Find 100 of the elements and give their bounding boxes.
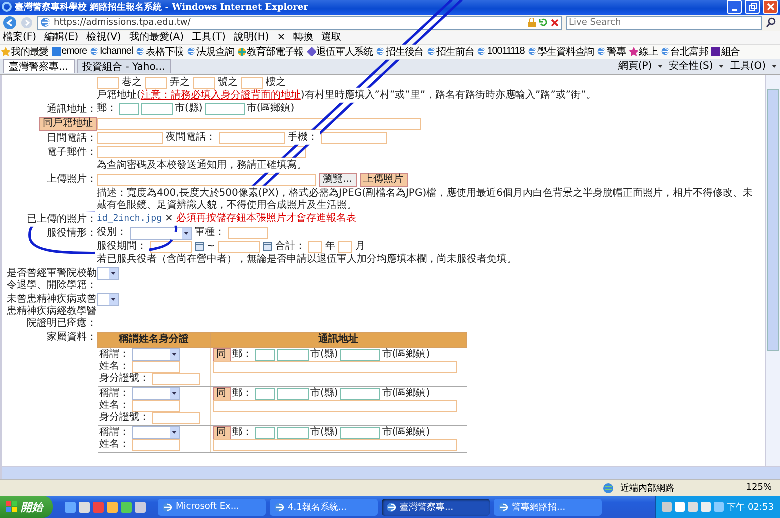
taskbar-button[interactable]: 臺灣警察專...	[382, 498, 490, 516]
favorites-link[interactable]: 10011118	[487, 46, 525, 58]
tray-icon[interactable]	[688, 502, 698, 512]
text-field[interactable]	[228, 227, 268, 240]
text-field[interactable]	[338, 240, 352, 253]
favorites-link[interactable]: 警專	[607, 44, 626, 59]
favorites-link[interactable]: 招生後台	[386, 44, 424, 59]
app-icon[interactable]	[121, 502, 132, 512]
tray-icon[interactable]	[714, 502, 724, 512]
text-field[interactable]	[276, 388, 308, 400]
text-field[interactable]	[340, 348, 380, 361]
toolbar-item[interactable]: 選取	[322, 30, 342, 44]
text-field[interactable]	[193, 76, 215, 89]
text-field[interactable]	[321, 132, 387, 144]
text-field[interactable]	[145, 76, 167, 89]
text-field[interactable]	[97, 76, 119, 89]
favorites-link[interactable]: Ichannel	[100, 46, 133, 58]
favorites-link[interactable]: 教育部電子報	[247, 44, 304, 59]
text-field[interactable]	[276, 426, 308, 439]
favorites-link[interactable]: 線上	[638, 44, 658, 59]
text-field[interactable]	[254, 348, 274, 361]
favorites-link[interactable]: 退伍軍人系統	[316, 44, 374, 59]
copy-address-button[interactable]: 同	[212, 426, 230, 440]
calendar-icon[interactable]	[263, 242, 272, 252]
favorites-link[interactable]: 招生前台	[436, 44, 474, 59]
text-field[interactable]	[152, 412, 200, 424]
text-field[interactable]	[308, 240, 322, 253]
tray-icon[interactable]	[701, 502, 712, 512]
command-menu[interactable]: 工具(O)	[730, 59, 766, 74]
text-field[interactable]	[212, 400, 456, 412]
favorites-link[interactable]: 學生資料查詢	[538, 44, 594, 59]
text-field[interactable]	[340, 388, 380, 400]
app-icon[interactable]	[79, 502, 90, 512]
dropdown-field[interactable]	[132, 348, 180, 362]
text-field[interactable]	[141, 102, 173, 115]
copy-address-button[interactable]: 同	[212, 386, 230, 401]
dropdown-field[interactable]	[97, 292, 119, 306]
text-field[interactable]	[254, 426, 274, 439]
text-field[interactable]	[97, 146, 306, 158]
forward-button[interactable]	[21, 16, 33, 29]
text-field[interactable]	[241, 76, 263, 89]
menu-item[interactable]: 說明(H)	[234, 30, 270, 44]
text-field[interactable]	[254, 388, 274, 400]
menu-item[interactable]: 工具(T)	[192, 30, 226, 44]
back-button[interactable]	[3, 16, 17, 30]
text-field[interactable]	[132, 438, 180, 451]
menu-item[interactable]: 檢視(V)	[86, 30, 122, 44]
taskbar-button[interactable]: 警專網路招...	[494, 498, 602, 516]
tray-icon[interactable]	[675, 502, 686, 512]
app-icon[interactable]	[135, 502, 146, 512]
zoom-level[interactable]: 125%	[746, 483, 772, 494]
file-link[interactable]: id_2inch.jpg	[97, 212, 162, 225]
dropdown-field[interactable]	[132, 387, 180, 400]
text-field[interactable]	[97, 174, 316, 186]
text-field[interactable]	[218, 240, 260, 253]
dropdown-field[interactable]	[130, 226, 192, 240]
start-button[interactable]: 開始	[0, 496, 53, 518]
toolbar-item[interactable]: 轉換	[294, 30, 314, 44]
favorites-link[interactable]: 台北富邦	[670, 44, 708, 59]
text-field[interactable]	[276, 348, 308, 361]
menu-item[interactable]: 檔案(F)	[3, 30, 37, 44]
copy-address-button[interactable]: 同戶籍地址	[39, 116, 97, 131]
text-field[interactable]	[219, 132, 285, 144]
menu-item[interactable]: 編輯(E)	[44, 30, 79, 44]
address-field[interactable]: https://admissions.tpa.edu.tw/	[37, 16, 562, 30]
command-menu[interactable]: 網頁(P)	[618, 59, 652, 74]
command-menu[interactable]: 安全性(S)	[669, 59, 714, 74]
remove-button[interactable]: ×	[165, 212, 174, 225]
text-field[interactable]	[97, 132, 163, 144]
copy-address-button[interactable]: 同	[212, 348, 230, 362]
calendar-icon[interactable]	[195, 242, 204, 252]
app-icon[interactable]	[65, 502, 76, 512]
browser-tab[interactable]: 投資組合 - Yaho...	[76, 59, 172, 74]
vertical-scrollbar[interactable]	[765, 74, 780, 466]
browse-button[interactable]: 瀏覽...	[319, 172, 357, 187]
browser-tab[interactable]: 臺灣警察專...	[3, 59, 75, 74]
text-field[interactable]	[152, 372, 200, 385]
favorites-link[interactable]: 法規查詢	[196, 44, 234, 59]
text-field[interactable]	[132, 400, 180, 412]
text-field[interactable]	[97, 118, 421, 130]
taskbar-button[interactable]: 4.1報名系統...	[270, 498, 378, 516]
tray-icon[interactable]	[662, 502, 672, 512]
text-field[interactable]	[132, 360, 180, 373]
app-icon[interactable]	[107, 502, 118, 512]
favorites-button[interactable]: 我的最愛	[11, 44, 49, 59]
text-field[interactable]	[119, 102, 139, 115]
close-toolbar-button[interactable]: ×	[277, 32, 286, 43]
favorites-link[interactable]: 組合	[721, 44, 740, 59]
horizontal-scrollbar[interactable]	[2, 466, 780, 480]
favorites-link[interactable]: emore	[62, 46, 87, 58]
text-field[interactable]	[204, 102, 245, 115]
taskbar-button[interactable]: Microsoft Ex...	[158, 498, 266, 516]
minimize-button[interactable]	[727, 0, 742, 14]
text-field[interactable]	[340, 426, 380, 439]
text-field[interactable]	[212, 438, 456, 451]
menu-item[interactable]: 我的最愛(A)	[129, 30, 184, 44]
restore-button[interactable]	[745, 0, 760, 14]
close-button[interactable]	[763, 0, 778, 14]
search-field[interactable]: Live Search	[566, 16, 762, 30]
text-field[interactable]	[212, 360, 456, 373]
